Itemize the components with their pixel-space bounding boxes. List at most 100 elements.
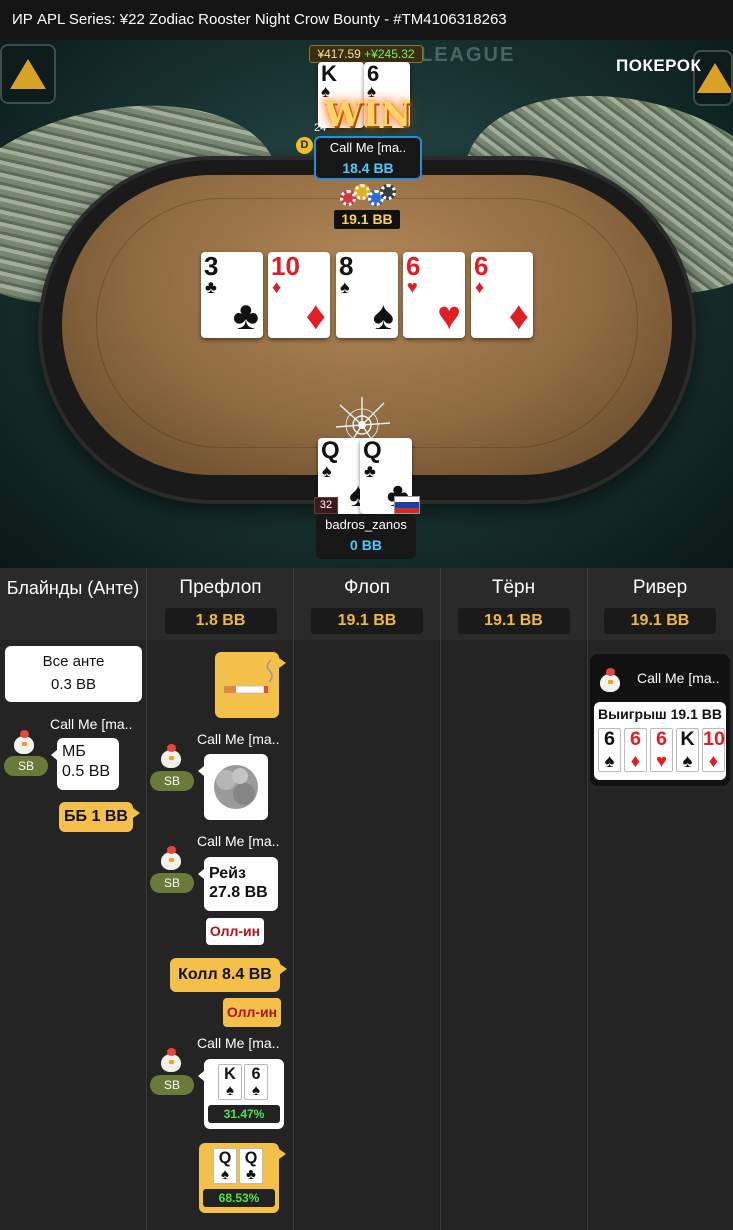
mini-card-rank: 6 — [655, 728, 667, 750]
top-player-name: Call Me [ma.. — [329, 140, 407, 155]
mini-card-suit-icon: ♥ — [656, 749, 667, 771]
russia-flag-icon — [394, 496, 420, 514]
hero-equity: 68.53% — [203, 1189, 275, 1207]
showdown-cards-villain: K ♠ 6 ♠ 31.47% — [198, 1059, 284, 1129]
winner-name: Call Me [ma.. — [637, 670, 720, 686]
dealer-button: D — [296, 137, 313, 154]
board-card: 6 ♦ ♦ — [471, 252, 533, 338]
tab-blinds-label: Блайнды (Анте) — [6, 578, 140, 598]
street-headers: Блайнды (Анте) Префлоп 1.8 BB Флоп 19.1 … — [0, 568, 733, 640]
card-suit-icon: ♠ — [322, 461, 332, 481]
mini-card-rank: 6 — [603, 728, 615, 750]
apl-logo-icon — [0, 44, 56, 104]
hero-nameplate[interactable]: badros_zanos 0 BB — [316, 515, 416, 559]
bb-action: ББ 1 BB — [59, 802, 140, 832]
mini-card-suit-icon: ♠ — [251, 1081, 261, 1099]
flop-pot: 19.1 BB — [311, 608, 423, 634]
column-divider — [293, 568, 294, 1230]
rooster-avatar-icon — [596, 666, 624, 694]
mini-card-suit-icon: ♣ — [246, 1165, 256, 1183]
poker-table: LEAGUE ПОКЕРОК ¥417.59 +¥245.32 K ♠ 6 ♠ WIN… — [0, 40, 733, 568]
mini-card-rank: K — [680, 728, 695, 750]
mini-card-rank: 6 — [251, 1065, 261, 1083]
mini-card-suit-icon: ♠ — [225, 1081, 235, 1099]
card-suit-icon: ♣ — [364, 461, 376, 481]
win-banner: WIN — [323, 95, 413, 135]
smoke-action — [198, 754, 268, 820]
column-divider — [587, 568, 588, 1230]
card-suit-icon: ♦ — [272, 277, 282, 297]
col-bg-flop — [295, 640, 439, 1230]
card-suit-large-icon: ♣ — [232, 294, 259, 338]
mini-card-suit-icon: ♦ — [708, 749, 719, 771]
card-suit-large-icon: ♦ — [305, 294, 326, 338]
window-title: ИР APL Series: ¥22 Zodiac Rooster Night … — [0, 0, 733, 40]
poker-hand-replay: ИР APL Series: ¥22 Zodiac Rooster Night … — [0, 0, 733, 1230]
villain-equity: 31.47% — [208, 1105, 280, 1123]
league-text: LEAGUE — [420, 44, 516, 66]
card-rank: Q — [321, 437, 340, 464]
hero-fold-action — [215, 652, 286, 718]
mini-card-suit-icon: ♦ — [630, 749, 641, 771]
tab-preflop-label: Префлоп — [179, 577, 262, 598]
card-rank: Q — [363, 437, 382, 464]
mini-card-rank: 10 — [703, 728, 726, 750]
card-rank: 8 — [339, 251, 354, 281]
tab-turn[interactable]: Тёрн 19.1 BB — [440, 568, 587, 640]
column-divider — [146, 568, 147, 1230]
sb-badge: SB — [4, 756, 48, 776]
board-card: 6 ♥ ♥ — [403, 252, 465, 338]
top-player-nameplate[interactable]: Call Me [ma.. 18.4 BB — [314, 136, 422, 180]
hero-hole-card: Q ♣ — [239, 1148, 263, 1184]
sb-action: МБ 0.5 BB — [51, 738, 119, 790]
tab-turn-label: Тёрн — [491, 577, 536, 598]
board-card: 10 ♦ ♦ — [268, 252, 330, 338]
sb-action-amount: 0.5 BB — [62, 763, 111, 780]
hero-level: 32 — [314, 497, 338, 514]
cigarette-icon — [223, 659, 273, 694]
showdown-cards-hero: Q ♠ Q ♣ 68.53% — [199, 1143, 286, 1213]
tab-preflop[interactable]: Префлоп 1.8 BB — [147, 568, 294, 640]
hero-call-action: Колл 8.4 BB — [170, 958, 287, 992]
mini-card-rank: Q — [244, 1149, 258, 1167]
board-card: 8 ♠ ♠ — [336, 252, 398, 338]
rooster-avatar-icon — [157, 742, 185, 770]
rooster-avatar-icon — [157, 844, 185, 872]
tab-flop[interactable]: Флоп 19.1 BB — [294, 568, 440, 640]
mini-card-suit-icon: ♠ — [220, 1165, 230, 1183]
winning-hand-card: 10 ♦ — [702, 728, 725, 772]
card-rank: 6 — [406, 251, 421, 281]
card-suit-large-icon: ♦ — [508, 294, 529, 338]
card-suit-icon: ♣ — [205, 277, 217, 297]
sb-action-label: МБ — [62, 743, 86, 760]
sb-badge: SB — [150, 1075, 194, 1095]
hero-name: badros_zanos — [325, 517, 407, 532]
ante-label: Все анте — [42, 653, 105, 670]
top-player-stack: 18.4 BB — [342, 160, 394, 176]
raise-action: Рейз 27.8 BB — [198, 857, 278, 911]
win-amount: Выигрыш 19.1 BB — [598, 706, 722, 722]
card-suit-large-icon: ♥ — [437, 294, 461, 338]
pokerok-logo: ПОКЕРОК — [616, 56, 702, 75]
sb-badge: SB — [150, 873, 194, 893]
sb-badge: SB — [150, 771, 194, 791]
win-result: Выигрыш 19.1 BB 6 ♠ 6 ♦ 6 ♥ K ♠ 10 ♦ — [594, 702, 726, 780]
card-suit-large-icon: ♠ — [372, 294, 394, 338]
mini-card-rank: 6 — [629, 728, 641, 750]
raise-amount: 27.8 BB — [209, 884, 268, 901]
rooster-avatar-icon — [10, 728, 38, 756]
mini-card-suit-icon: ♠ — [682, 749, 693, 771]
mini-card-rank: Q — [218, 1149, 232, 1167]
hero-hole-card: Q ♠ — [213, 1148, 237, 1184]
rooster-avatar-icon — [157, 1046, 185, 1074]
mini-card-rank: K — [224, 1065, 236, 1083]
tab-river[interactable]: Ривер 19.1 BB — [587, 568, 733, 640]
tab-river-label: Ривер — [632, 577, 688, 598]
winning-hand-card: K ♠ — [676, 728, 699, 772]
hero-stack: 0 BB — [350, 537, 382, 553]
winning-hand-card: 6 ♥ — [650, 728, 673, 772]
tab-flop-label: Флоп — [344, 577, 390, 598]
mini-card-suit-icon: ♠ — [604, 749, 615, 771]
tab-blinds[interactable]: Блайнды (Анте) — [0, 568, 146, 640]
all-ante-box: Все анте 0.3 BB — [5, 646, 142, 702]
